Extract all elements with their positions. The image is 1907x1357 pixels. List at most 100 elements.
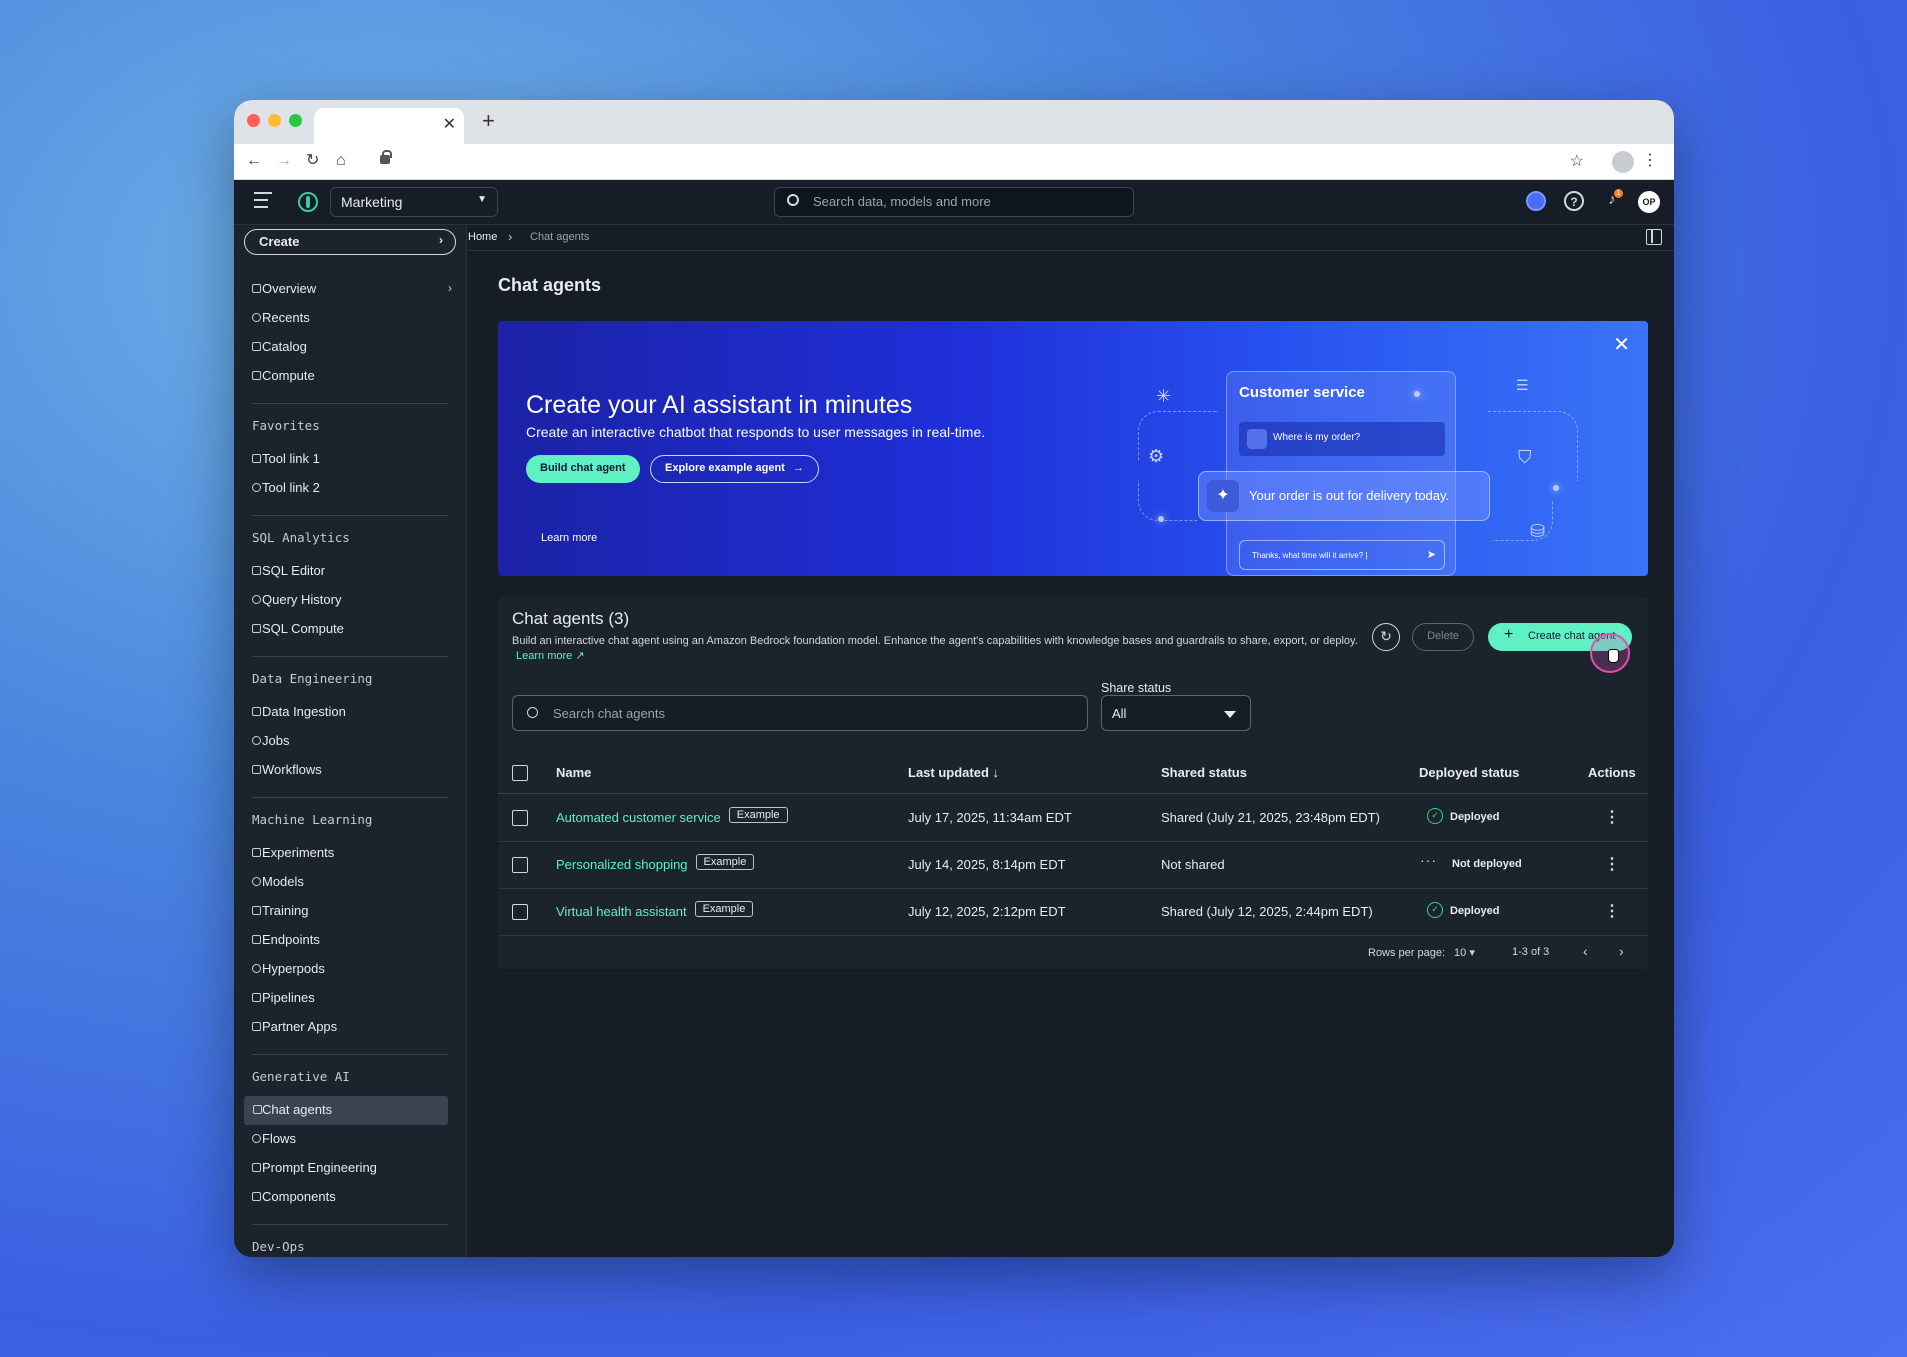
banner-close-icon[interactable]: ✕ bbox=[1613, 335, 1630, 355]
column-shared-status[interactable]: Shared status bbox=[1161, 765, 1247, 780]
sidebar-item-query-history[interactable]: Query History bbox=[234, 586, 466, 615]
agent-name-link[interactable]: Personalized shopping bbox=[556, 857, 688, 872]
reload-icon[interactable]: ↻ bbox=[306, 152, 319, 170]
column-name[interactable]: Name bbox=[556, 765, 591, 780]
side-panel-toggle-icon[interactable] bbox=[1646, 229, 1662, 245]
sidebar-item-data-ingestion[interactable]: Data Ingestion bbox=[234, 698, 466, 727]
home-icon[interactable]: ⌂ bbox=[336, 152, 346, 170]
global-search-input[interactable]: Search data, models and more bbox=[774, 187, 1134, 217]
user-icon bbox=[1247, 429, 1267, 449]
share-status-select[interactable]: All bbox=[1101, 695, 1251, 731]
agent-name-link[interactable]: Automated customer service bbox=[556, 810, 721, 825]
sidebar-item-catalog[interactable]: Catalog bbox=[234, 333, 466, 362]
sidebar-item-endpoints[interactable]: Endpoints bbox=[234, 926, 466, 955]
row-actions-kebab-icon[interactable]: ⋮ bbox=[1604, 807, 1620, 827]
column-deployed-status[interactable]: Deployed status bbox=[1419, 765, 1519, 780]
sidebar-item-workflows[interactable]: Workflows bbox=[234, 756, 466, 785]
select-all-checkbox[interactable] bbox=[512, 765, 528, 781]
illustration-reply-text: Your order is out for delivery today. bbox=[1249, 488, 1450, 503]
table-row: Virtual health assistant Example July 12, … bbox=[498, 889, 1648, 936]
row-checkbox[interactable] bbox=[512, 904, 528, 920]
sidebar-item-recents[interactable]: Recents bbox=[234, 304, 466, 333]
forward-arrow-icon[interactable]: → bbox=[276, 152, 292, 170]
sidebar-item-hyperpods[interactable]: Hyperpods bbox=[234, 955, 466, 984]
menu-toggle-icon[interactable] bbox=[254, 192, 274, 208]
sliders-icon: ☰ bbox=[1516, 377, 1529, 393]
endpoints-icon bbox=[252, 935, 261, 944]
build-chat-agent-button[interactable]: Build chat agent bbox=[526, 455, 640, 483]
sql-compute-icon bbox=[252, 624, 261, 633]
sidebar-item-components[interactable]: Components bbox=[234, 1183, 466, 1212]
banner-subtitle: Create an interactive chatbot that respo… bbox=[526, 424, 986, 440]
user-avatar[interactable]: OP bbox=[1638, 191, 1660, 213]
sidebar-item-sql-editor[interactable]: SQL Editor bbox=[234, 557, 466, 586]
minimize-window-button[interactable] bbox=[268, 114, 281, 127]
sidebar-item-sql-compute[interactable]: SQL Compute bbox=[234, 615, 466, 644]
sidebar-item-overview[interactable]: Overview › bbox=[234, 275, 466, 304]
row-actions-kebab-icon[interactable]: ⋮ bbox=[1604, 854, 1620, 874]
search-chat-agents-input[interactable]: Search chat agents bbox=[512, 695, 1088, 731]
pipelines-icon bbox=[252, 993, 261, 1002]
refresh-button[interactable]: ↻ bbox=[1372, 623, 1400, 651]
lock-icon bbox=[380, 150, 392, 164]
sidebar-item-partner-apps[interactable]: Partner Apps bbox=[234, 1013, 466, 1042]
sidebar-item-tool-link-1[interactable]: Tool link 1 bbox=[234, 445, 466, 474]
history-icon bbox=[252, 313, 261, 322]
browser-tab[interactable]: ✕ bbox=[314, 108, 464, 144]
create-button[interactable]: Create › bbox=[244, 229, 456, 255]
bookmark-star-icon[interactable]: ☆ bbox=[1570, 151, 1584, 171]
sidebar-item-label: Prompt Engineering bbox=[262, 1160, 377, 1175]
sidebar-item-tool-link-2[interactable]: Tool link 2 bbox=[234, 474, 466, 503]
sidebar-item-label: Query History bbox=[262, 592, 342, 607]
table-learn-more-link[interactable]: Learn more ↗ bbox=[516, 650, 585, 662]
rows-per-page-value: 10 bbox=[1454, 947, 1467, 959]
sidebar-item-flows[interactable]: Flows bbox=[234, 1125, 466, 1154]
sidebar-divider bbox=[252, 403, 448, 404]
row-checkbox[interactable] bbox=[512, 810, 528, 826]
breadcrumb-home[interactable]: Home bbox=[468, 231, 497, 243]
agent-name-link[interactable]: Virtual health assistant bbox=[556, 904, 687, 919]
workspace-select[interactable]: Marketing ▼ bbox=[330, 187, 498, 217]
maximize-window-button[interactable] bbox=[289, 114, 302, 127]
sidebar-item-prompt-engineering[interactable]: Prompt Engineering bbox=[234, 1154, 466, 1183]
next-page-icon[interactable]: › bbox=[1619, 943, 1624, 959]
sidebar-item-experiments[interactable]: Experiments bbox=[234, 839, 466, 868]
rows-per-page-select[interactable]: 10 ▾ bbox=[1454, 946, 1475, 959]
browser-profile-avatar[interactable] bbox=[1612, 151, 1634, 173]
illustration-input: Thanks, what time will it arrive? | ➤ bbox=[1239, 540, 1445, 570]
explore-example-agent-button[interactable]: Explore example agent → bbox=[650, 455, 819, 483]
back-arrow-icon[interactable]: ← bbox=[246, 152, 262, 170]
search-chat-agents-placeholder: Search chat agents bbox=[553, 706, 666, 721]
window-controls bbox=[247, 114, 302, 127]
delete-button[interactable]: Delete bbox=[1412, 623, 1474, 651]
clipboard-icon bbox=[252, 284, 261, 293]
banner-learn-more-link[interactable]: Learn more bbox=[541, 532, 597, 544]
table-row: Personalized shopping Example July 14, 202… bbox=[498, 842, 1648, 889]
column-actions: Actions bbox=[1588, 765, 1636, 780]
close-window-button[interactable] bbox=[247, 114, 260, 127]
global-search-placeholder: Search data, models and more bbox=[813, 194, 991, 209]
ai-assistant-icon[interactable] bbox=[1526, 191, 1546, 211]
sidebar-item-label: Overview bbox=[262, 281, 317, 296]
browser-menu-icon[interactable]: ⋮ bbox=[1642, 150, 1658, 170]
database-icon: ⛁ bbox=[1530, 521, 1546, 541]
illustration-input-text: Thanks, what time will it arrive? | bbox=[1252, 551, 1368, 560]
tab-close-icon[interactable]: ✕ bbox=[443, 117, 456, 133]
sidebar-item-compute[interactable]: Compute bbox=[234, 362, 466, 391]
new-tab-button[interactable]: + bbox=[482, 110, 495, 132]
breadcrumb: Home › Chat agents bbox=[468, 225, 1674, 251]
row-actions-kebab-icon[interactable]: ⋮ bbox=[1604, 901, 1620, 921]
sidebar-item-pipelines[interactable]: Pipelines bbox=[234, 984, 466, 1013]
help-icon[interactable]: ? bbox=[1564, 191, 1584, 211]
row-checkbox[interactable] bbox=[512, 857, 528, 873]
sidebar-item-training[interactable]: Training bbox=[234, 897, 466, 926]
sidebar-item-jobs[interactable]: Jobs bbox=[234, 727, 466, 756]
sidebar-item-models[interactable]: Models bbox=[234, 868, 466, 897]
previous-page-icon[interactable]: ‹ bbox=[1583, 943, 1588, 959]
mouse-cursor-icon bbox=[1590, 633, 1630, 673]
search-icon bbox=[787, 194, 799, 206]
sidebar-item-label: Chat agents bbox=[262, 1102, 333, 1117]
sidebar-item-chat-agents[interactable]: Chat agents bbox=[244, 1096, 448, 1125]
column-last-updated[interactable]: Last updated ↓ bbox=[908, 765, 999, 780]
sidebar-item-label: Workflows bbox=[262, 762, 322, 777]
